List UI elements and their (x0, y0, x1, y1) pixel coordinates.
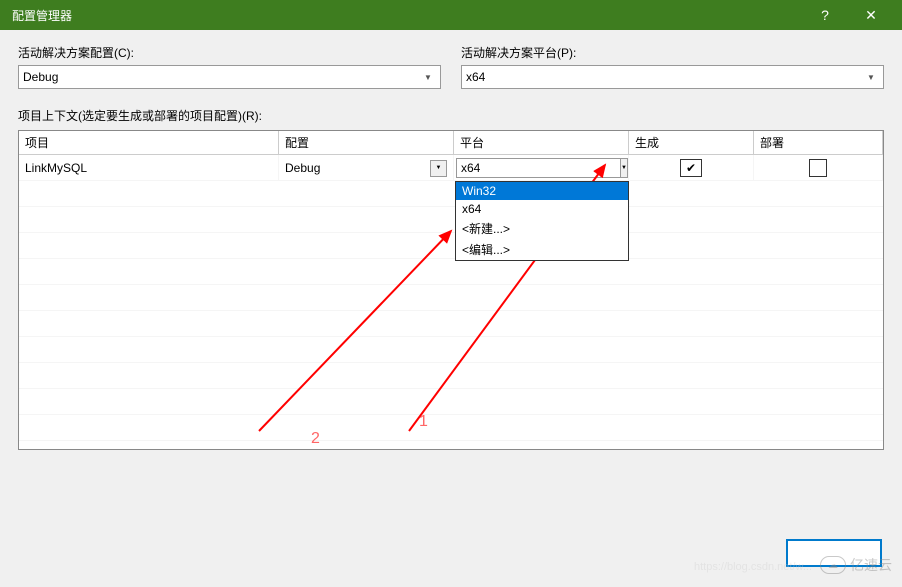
active-config-label: 活动解决方案配置(C): (18, 44, 441, 61)
window-title: 配置管理器 (12, 7, 802, 24)
dropdown-item-win32[interactable]: Win32 (456, 182, 628, 200)
dropdown-item-x64[interactable]: x64 (456, 200, 628, 218)
project-context-label: 项目上下文(选定要生成或部署的项目配置)(R): (18, 107, 884, 124)
cell-config-value: Debug (285, 161, 430, 175)
project-context-grid: 项目 配置 平台 生成 部署 LinkMySQL Debug ▼ ▼ (18, 130, 884, 450)
header-project: 项目 (19, 131, 279, 154)
titlebar: 配置管理器 ? ✕ (0, 0, 902, 30)
table-row: LinkMySQL Debug ▼ ▼ ✔ (19, 155, 883, 181)
header-platform: 平台 (454, 131, 629, 154)
platform-input[interactable] (456, 158, 621, 178)
cell-platform: ▼ (454, 155, 629, 181)
grid-header: 项目 配置 平台 生成 部署 (19, 131, 883, 155)
deploy-checkbox[interactable] (809, 159, 827, 177)
dropdown-item-edit[interactable]: <编辑...> (456, 239, 628, 260)
cell-deploy (754, 155, 883, 181)
watermark-brand: 亿速云 (850, 555, 892, 575)
header-deploy: 部署 (754, 131, 883, 154)
checkmark-icon: ✔ (686, 161, 696, 175)
active-platform-combo[interactable]: x64 ▼ (461, 65, 884, 89)
platform-dropdown-button[interactable]: ▼ (620, 158, 628, 178)
watermark: ☁ 亿速云 (820, 555, 892, 575)
cell-config: Debug ▼ (279, 155, 454, 181)
active-platform-value: x64 (466, 70, 863, 84)
chevron-down-icon: ▼ (621, 165, 627, 171)
active-config-combo[interactable]: Debug ▼ (18, 65, 441, 89)
cell-build: ✔ (629, 155, 754, 181)
help-button[interactable]: ? (802, 0, 848, 30)
chevron-down-icon: ▼ (436, 165, 442, 171)
active-platform-label: 活动解决方案平台(P): (461, 44, 884, 61)
close-button[interactable]: ✕ (848, 0, 894, 30)
cell-project: LinkMySQL (19, 155, 279, 181)
cloud-icon: ☁ (820, 556, 846, 574)
dropdown-item-new[interactable]: <新建...> (456, 218, 628, 239)
chevron-down-icon: ▼ (863, 73, 879, 82)
platform-dropdown-list: Win32 x64 <新建...> <编辑...> (455, 181, 629, 261)
active-config-value: Debug (23, 70, 420, 84)
dialog-content: 活动解决方案配置(C): Debug ▼ 活动解决方案平台(P): x64 ▼ … (0, 30, 902, 464)
config-dropdown-button[interactable]: ▼ (430, 160, 447, 177)
header-build: 生成 (629, 131, 754, 154)
build-checkbox[interactable]: ✔ (680, 159, 702, 177)
chevron-down-icon: ▼ (420, 73, 436, 82)
header-config: 配置 (279, 131, 454, 154)
